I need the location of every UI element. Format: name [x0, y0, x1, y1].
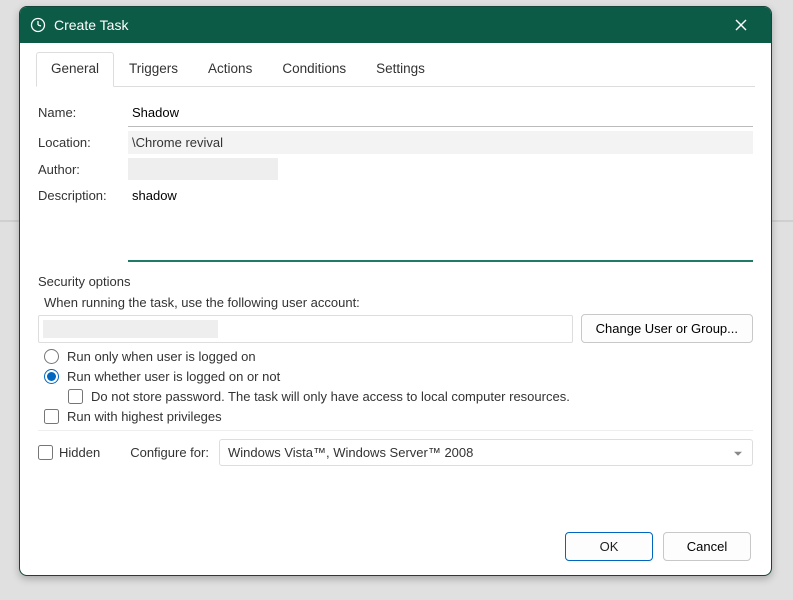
configure-for-select[interactable]: Windows Vista™, Windows Server™ 2008	[219, 439, 753, 466]
ok-button[interactable]: OK	[565, 532, 653, 561]
highest-privileges-option[interactable]: Run with highest privileges	[44, 409, 753, 424]
run-logged-on-option[interactable]: Run only when user is logged on	[44, 349, 753, 364]
user-account-field	[38, 315, 573, 343]
run-whether-option[interactable]: Run whether user is logged on or not	[44, 369, 753, 384]
hidden-option[interactable]: Hidden	[38, 445, 100, 460]
change-user-button[interactable]: Change User or Group...	[581, 314, 753, 343]
titlebar: Create Task	[20, 7, 771, 43]
configure-for-value: Windows Vista™, Windows Server™ 2008	[228, 445, 473, 460]
highest-privileges-checkbox[interactable]	[44, 409, 59, 424]
highest-privileges-label: Run with highest privileges	[67, 409, 222, 424]
run-whether-radio[interactable]	[44, 369, 59, 384]
run-logged-on-label: Run only when user is logged on	[67, 349, 256, 364]
close-icon	[735, 19, 747, 31]
tab-settings[interactable]: Settings	[361, 52, 440, 87]
no-store-password-label: Do not store password. The task will onl…	[91, 389, 570, 404]
dialog-footer: OK Cancel	[36, 522, 755, 563]
create-task-window: Create Task General Triggers Actions Con…	[19, 6, 772, 576]
location-value: \Chrome revival	[128, 131, 753, 154]
tab-triggers[interactable]: Triggers	[114, 52, 193, 87]
user-account-value-redacted	[43, 320, 218, 338]
run-whether-label: Run whether user is logged on or not	[67, 369, 280, 384]
name-input[interactable]	[128, 101, 753, 127]
name-label: Name:	[38, 101, 128, 120]
tab-actions[interactable]: Actions	[193, 52, 267, 87]
location-label: Location:	[38, 131, 128, 150]
tab-general[interactable]: General	[36, 52, 114, 87]
tab-conditions[interactable]: Conditions	[267, 52, 361, 87]
security-options-title: Security options	[38, 274, 753, 289]
window-title: Create Task	[54, 17, 721, 33]
run-logged-on-radio[interactable]	[44, 349, 59, 364]
security-prompt: When running the task, use the following…	[44, 295, 753, 310]
clock-icon	[30, 17, 46, 33]
author-label: Author:	[38, 158, 128, 177]
description-input[interactable]	[128, 184, 753, 262]
cancel-button[interactable]: Cancel	[663, 532, 751, 561]
hidden-checkbox[interactable]	[38, 445, 53, 460]
hidden-label: Hidden	[59, 445, 100, 460]
no-store-password-option[interactable]: Do not store password. The task will onl…	[68, 389, 753, 404]
description-label: Description:	[38, 184, 128, 203]
configure-for-label: Configure for:	[130, 445, 209, 460]
no-store-password-checkbox[interactable]	[68, 389, 83, 404]
close-button[interactable]	[721, 7, 761, 43]
tab-strip: General Triggers Actions Conditions Sett…	[36, 51, 755, 87]
author-value-redacted	[128, 158, 278, 180]
